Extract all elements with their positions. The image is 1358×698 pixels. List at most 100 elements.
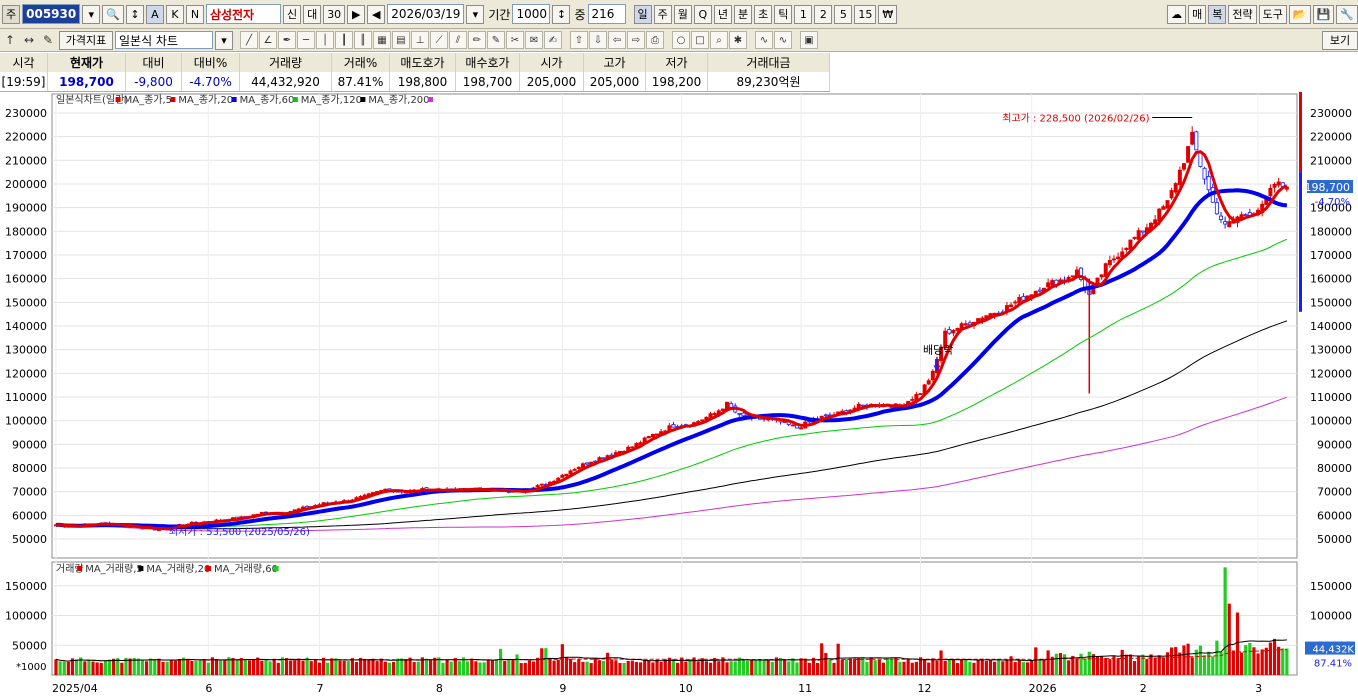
chart-type-dropdown-icon[interactable]: ▾ bbox=[215, 30, 233, 50]
draw-tool-icon-6[interactable]: ║ bbox=[354, 31, 372, 49]
draw-tool-icon-4[interactable]: │ bbox=[316, 31, 334, 49]
wrench-icon[interactable]: 🔧 bbox=[1336, 4, 1358, 24]
view-button[interactable]: 보기 bbox=[1322, 30, 1358, 50]
draw-tool-icon-18[interactable]: ⇩ bbox=[589, 31, 607, 49]
stock-chart[interactable]: 230000 230000 220000 220000 210000 210000 2000… bbox=[0, 92, 1358, 695]
sort-icon[interactable]: ↕ bbox=[125, 4, 144, 24]
draw-tool-icon-15[interactable]: ✉ bbox=[525, 31, 543, 49]
period-button-2[interactable]: 월 bbox=[673, 4, 692, 24]
draw-tool-icon-25[interactable]: ✱ bbox=[729, 31, 747, 49]
volume-bar bbox=[828, 659, 832, 675]
candle-body bbox=[918, 393, 923, 395]
draw-tool-icon-28[interactable]: ▣ bbox=[800, 31, 818, 49]
period-button-8[interactable]: 1 bbox=[794, 4, 813, 24]
volume-bar bbox=[947, 659, 951, 675]
draw-tool-icon-22[interactable]: ○ bbox=[672, 31, 690, 49]
draw-tool-icon-0[interactable]: ╱ bbox=[240, 31, 258, 49]
draw-tool-icon-8[interactable]: ▤ bbox=[392, 31, 410, 49]
volume-bar bbox=[1083, 658, 1087, 675]
volume-bar bbox=[433, 657, 437, 675]
volume-bar bbox=[885, 658, 890, 675]
volume-bar bbox=[252, 659, 256, 675]
draw-tool-icon-13[interactable]: ✎ bbox=[487, 31, 505, 49]
right-button-3[interactable]: 도구 bbox=[1258, 4, 1287, 24]
chart-area[interactable]: 230000 230000 220000 220000 210000 210000 2000… bbox=[0, 92, 1358, 695]
draw-tool-icon-1[interactable]: ∠ bbox=[259, 31, 277, 49]
right-button-1[interactable]: 복 bbox=[1208, 4, 1227, 24]
chart-small-icon[interactable]: ₩ bbox=[878, 4, 898, 24]
volume-bar bbox=[1005, 659, 1009, 675]
volume-bar bbox=[363, 658, 367, 675]
candle-body bbox=[1132, 236, 1137, 239]
volume-bar bbox=[840, 659, 844, 675]
a-button[interactable]: A bbox=[145, 4, 164, 24]
code-dropdown-icon[interactable]: ▾ bbox=[82, 4, 101, 24]
cloud-icon[interactable]: ☁ bbox=[1167, 4, 1187, 24]
edit-icon[interactable]: ✎ bbox=[39, 31, 57, 49]
draw-tool-icon-3[interactable]: ─ bbox=[297, 31, 315, 49]
draw-tool-icon-26[interactable]: ∿ bbox=[755, 31, 773, 49]
type-selector[interactable]: 주 bbox=[2, 4, 21, 24]
candle-body bbox=[700, 419, 705, 422]
period-button-6[interactable]: 초 bbox=[754, 4, 773, 24]
draw-tool-icon-16[interactable]: ✍ bbox=[544, 31, 562, 49]
draw-tool-icon-2[interactable]: ✒ bbox=[278, 31, 296, 49]
expand-icon[interactable]: ↔ bbox=[20, 31, 38, 49]
draw-tool-icon-9[interactable]: ⊥ bbox=[411, 31, 429, 49]
period-button-11[interactable]: 15 bbox=[854, 4, 877, 24]
search-icon[interactable]: 🔍 bbox=[102, 4, 124, 24]
prev-icon[interactable]: ◀ bbox=[367, 4, 386, 24]
right-button-0[interactable]: 매 bbox=[1188, 4, 1207, 24]
k-button[interactable]: K bbox=[165, 4, 184, 24]
volume-bar bbox=[659, 661, 663, 675]
save-icon[interactable]: 💾 bbox=[1312, 4, 1335, 24]
volume-bar bbox=[601, 661, 606, 675]
volume-bar bbox=[1170, 647, 1174, 675]
count-input[interactable]: 216 bbox=[587, 4, 626, 24]
period-button-7[interactable]: 틱 bbox=[774, 4, 793, 24]
draw-tool-icon-5[interactable]: ┃ bbox=[335, 31, 353, 49]
draw-tool-icon-20[interactable]: ⇨ bbox=[627, 31, 645, 49]
candle-body bbox=[1103, 263, 1108, 277]
chart-type-select[interactable]: 일본식 차트 bbox=[115, 31, 213, 49]
period-spin-icon[interactable]: ↕ bbox=[552, 4, 571, 24]
volume-bar bbox=[585, 661, 589, 675]
draw-tool-icon-14[interactable]: ✂ bbox=[506, 31, 524, 49]
folder-icon[interactable]: 📂 bbox=[1288, 4, 1311, 24]
date-dropdown-icon[interactable]: ▾ bbox=[466, 4, 485, 24]
n-button[interactable]: N bbox=[185, 4, 204, 24]
stock-code-input[interactable]: 005930 bbox=[22, 4, 81, 24]
candle-body bbox=[729, 403, 734, 408]
right-button-2[interactable]: 전략 bbox=[1228, 4, 1257, 24]
quote-value-11: 89,230억원 bbox=[708, 72, 830, 91]
period-button-10[interactable]: 5 bbox=[834, 4, 853, 24]
volume-bar bbox=[445, 659, 449, 675]
x-tick-label: 3 bbox=[1255, 682, 1262, 695]
play-icon[interactable]: ▶ bbox=[347, 4, 366, 24]
draw-tool-icon-12[interactable]: ✏ bbox=[468, 31, 486, 49]
period-button-5[interactable]: 분 bbox=[734, 4, 753, 24]
period-button-3[interactable]: Q bbox=[693, 4, 712, 24]
draw-tool-icon-11[interactable]: ⫽ bbox=[449, 31, 467, 49]
draw-tool-icon-21[interactable]: ⎙ bbox=[646, 31, 664, 49]
up-arrow-icon[interactable]: ↑ bbox=[1, 31, 19, 49]
period-button-4[interactable]: 년 bbox=[713, 4, 732, 24]
date-input[interactable]: 2026/03/19 bbox=[387, 4, 465, 24]
draw-tool-icon-19[interactable]: ⇦ bbox=[608, 31, 626, 49]
low-annotation: 최저가 : 53,500 (2025/05/26) bbox=[169, 526, 310, 538]
draw-tool-icon-17[interactable]: ⇧ bbox=[570, 31, 588, 49]
draw-tool-icon-27[interactable]: ∿ bbox=[774, 31, 792, 49]
draw-tool-icon-23[interactable]: □ bbox=[691, 31, 709, 49]
y-tick-label-right: 180000 bbox=[1310, 225, 1352, 238]
period-button-9[interactable]: 2 bbox=[814, 4, 833, 24]
period-button-1[interactable]: 주 bbox=[653, 4, 672, 24]
draw-tool-icon-7[interactable]: ▦ bbox=[373, 31, 391, 49]
x-tick-label: 7 bbox=[316, 682, 323, 695]
draw-tool-icon-10[interactable]: ⟋ bbox=[430, 31, 448, 49]
volume-bar bbox=[993, 661, 997, 675]
period-input[interactable]: 1000 bbox=[512, 4, 551, 24]
draw-tool-icon-24[interactable]: ⌕ bbox=[710, 31, 728, 49]
period-button-0[interactable]: 일 bbox=[633, 4, 652, 24]
volume-bar bbox=[548, 658, 552, 675]
price-indicator-button[interactable]: 가격지표 bbox=[59, 30, 113, 50]
